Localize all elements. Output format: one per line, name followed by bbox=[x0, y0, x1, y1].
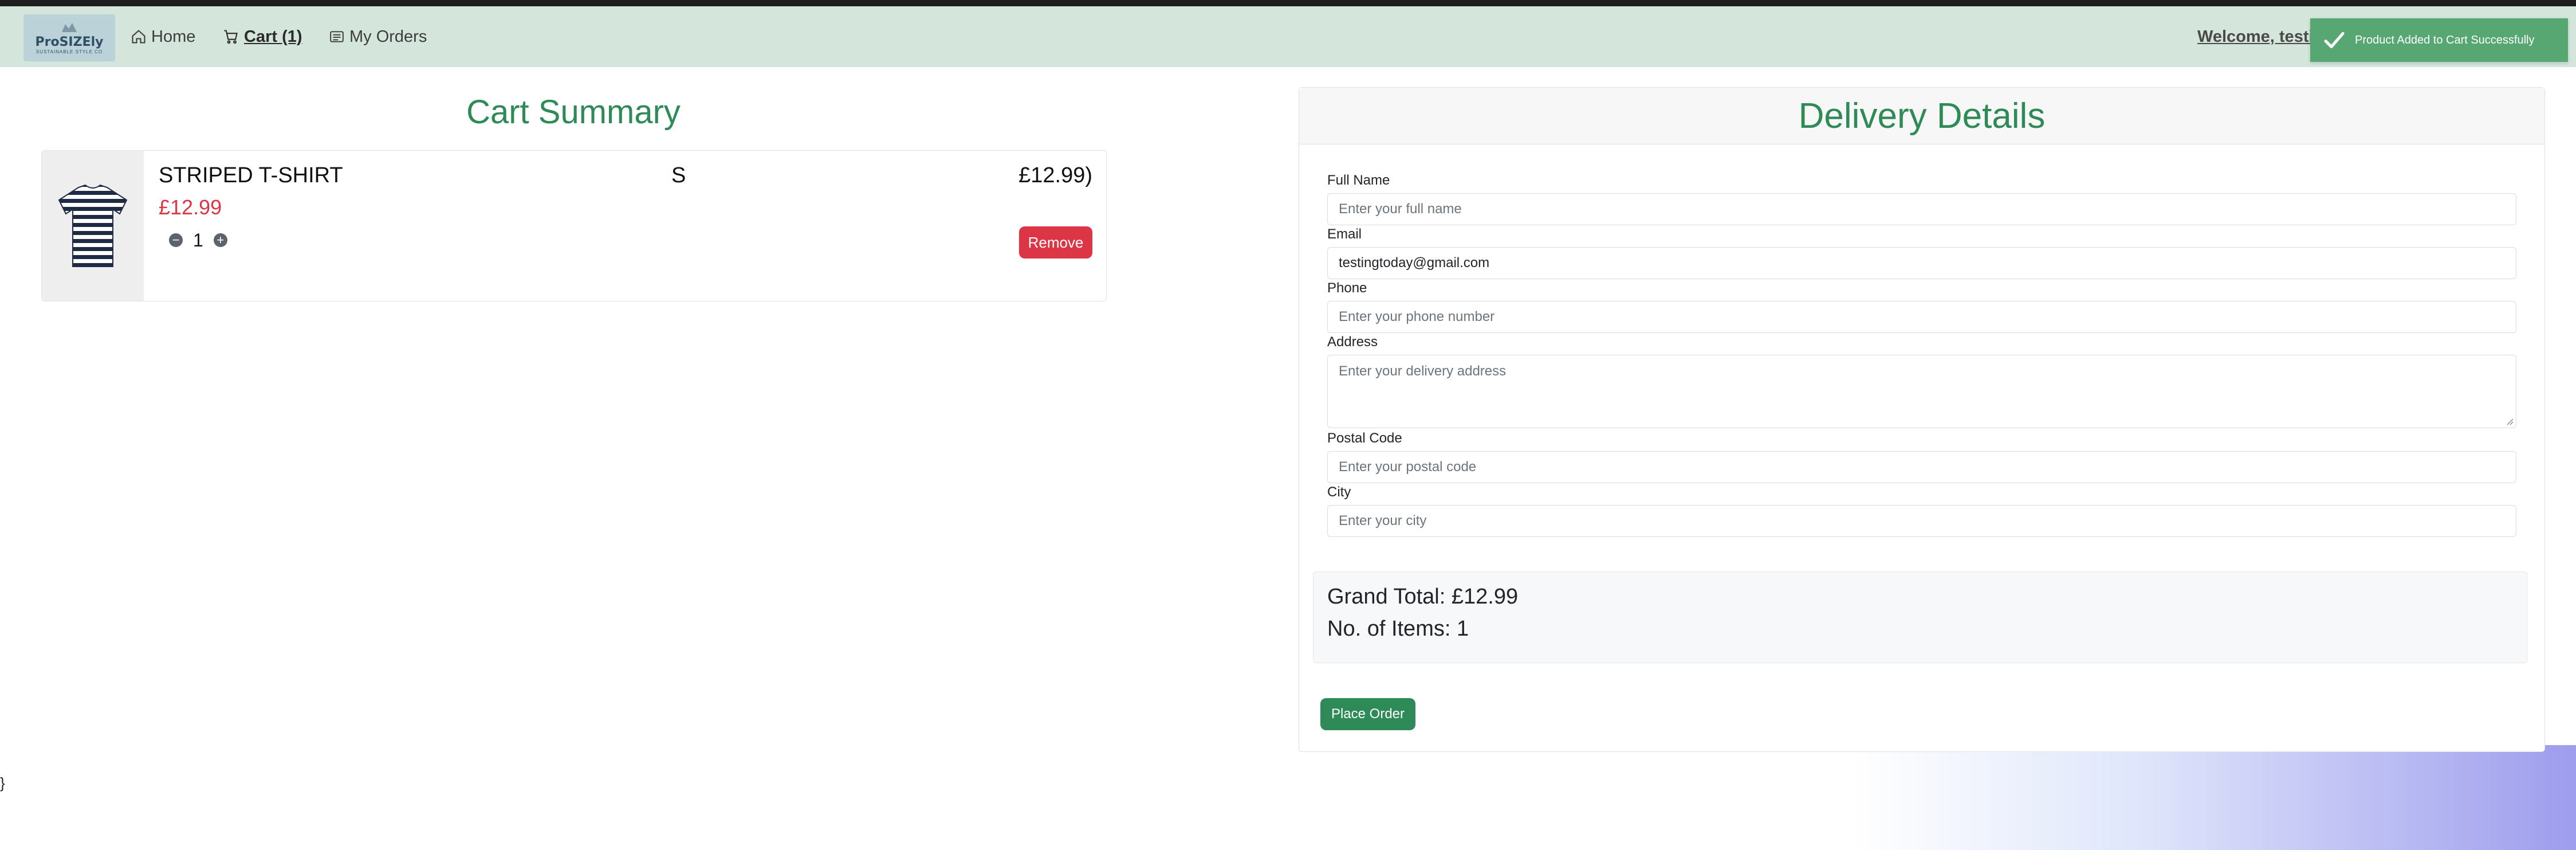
success-toast[interactable]: Product Added to Cart Successfully bbox=[2310, 18, 2568, 62]
product-line-total: £12.99) bbox=[1018, 163, 1092, 187]
nav-cart-label: Cart (1) bbox=[244, 27, 302, 46]
product-thumbnail[interactable] bbox=[42, 151, 144, 301]
place-order-button[interactable]: Place Order bbox=[1320, 698, 1415, 730]
full-name-input[interactable]: Enter your full name bbox=[1327, 193, 2516, 225]
orders-icon bbox=[330, 31, 344, 42]
product-size: S bbox=[671, 163, 686, 187]
minus-circle-icon[interactable]: − bbox=[169, 233, 183, 247]
postal-code-label: Postal Code bbox=[1327, 430, 1402, 446]
logo-tagline: SUSTAINABLE STYLE CO bbox=[36, 49, 103, 54]
phone-input[interactable]: Enter your phone number bbox=[1327, 301, 2516, 333]
toast-message: Product Added to Cart Successfully bbox=[2355, 33, 2535, 46]
postal-code-input[interactable]: Enter your postal code bbox=[1327, 451, 2516, 483]
delivery-details-card: Delivery Details Full Name Enter your fu… bbox=[1299, 87, 2545, 752]
check-icon bbox=[2324, 32, 2345, 49]
home-icon bbox=[132, 30, 145, 44]
nav-cart-link[interactable]: Cart (1) bbox=[222, 6, 302, 67]
city-label: City bbox=[1327, 484, 1351, 500]
phone-label: Phone bbox=[1327, 280, 1367, 296]
plus-circle-icon[interactable]: + bbox=[213, 233, 227, 247]
address-label: Address bbox=[1327, 334, 1378, 350]
email-input[interactable]: testingtoday@gmail.com bbox=[1327, 247, 2516, 279]
background-gradient bbox=[1850, 745, 2576, 850]
cart-icon bbox=[224, 30, 238, 44]
nav-orders-label: My Orders bbox=[349, 27, 427, 46]
brand-logo[interactable]: ProSIZEly SUSTAINABLE STYLE CO bbox=[23, 14, 115, 61]
navbar: ProSIZEly SUSTAINABLE STYLE CO Home Cart… bbox=[0, 6, 2576, 67]
nav-home-label: Home bbox=[151, 27, 196, 46]
full-name-label: Full Name bbox=[1327, 173, 1390, 188]
address-placeholder: Enter your delivery address bbox=[1339, 363, 1507, 379]
resize-grip-icon[interactable] bbox=[2506, 417, 2514, 425]
delivery-details-title: Delivery Details bbox=[1299, 88, 2544, 144]
order-totals-box: Grand Total: £12.99 No. of Items: 1 bbox=[1313, 571, 2527, 663]
quantity-value: 1 bbox=[193, 229, 203, 250]
window-top-bar bbox=[0, 0, 2576, 6]
cart-summary-title: Cart Summary bbox=[466, 93, 681, 131]
nav-orders-link[interactable]: My Orders bbox=[329, 6, 427, 67]
remove-button[interactable]: Remove bbox=[1019, 226, 1092, 258]
quantity-stepper: − 1 + bbox=[169, 229, 227, 252]
stray-brace-text: } bbox=[0, 774, 5, 792]
address-textarea[interactable]: Enter your delivery address bbox=[1327, 355, 2516, 428]
nav-home-link[interactable]: Home bbox=[131, 6, 195, 67]
welcome-user-link[interactable]: Welcome, testi bbox=[2197, 6, 2314, 67]
cart-item-card: STRIPED T-SHIRT S £12.99) £12.99 − 1 + R… bbox=[41, 150, 1107, 301]
product-price: £12.99 bbox=[159, 195, 222, 219]
email-label: Email bbox=[1327, 226, 1362, 242]
striped-tshirt-image bbox=[58, 184, 128, 267]
product-name: STRIPED T-SHIRT bbox=[159, 163, 343, 187]
item-count: No. of Items: 1 bbox=[1327, 617, 1469, 641]
city-input[interactable]: Enter your city bbox=[1327, 505, 2516, 537]
logo-mark-icon bbox=[62, 23, 77, 32]
logo-text: ProSIZEly bbox=[35, 35, 104, 49]
grand-total: Grand Total: £12.99 bbox=[1327, 585, 1519, 609]
